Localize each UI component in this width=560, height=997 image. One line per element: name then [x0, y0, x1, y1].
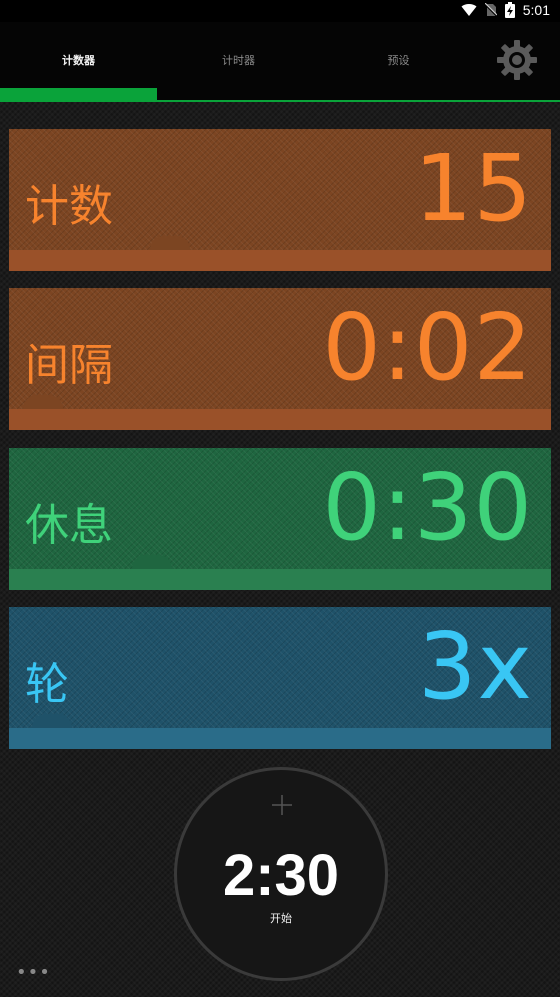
- no-sim-icon: [484, 3, 497, 17]
- count-value: 15: [413, 135, 533, 242]
- interval-strip: [9, 409, 551, 430]
- status-bar: 5:01: [0, 0, 560, 22]
- rounds-strip: [9, 728, 551, 749]
- tab-timer[interactable]: 计时器: [160, 22, 317, 98]
- tab-bar: 计数器 计时器 预设: [0, 22, 560, 102]
- rounds-value: 3x: [418, 613, 533, 720]
- count-handle[interactable]: [150, 236, 190, 250]
- rest-value: 0:30: [322, 454, 533, 561]
- total-time: 2:30: [222, 843, 340, 908]
- rest-handle[interactable]: [132, 555, 172, 569]
- rest-label: 休息: [25, 500, 113, 551]
- rounds-label: 轮: [25, 659, 69, 710]
- count-card[interactable]: 计数 15: [9, 129, 551, 271]
- interval-handle[interactable]: [23, 395, 63, 409]
- tab-counter[interactable]: 计数器: [0, 22, 157, 98]
- start-dial[interactable]: 2:30 开始: [174, 767, 388, 981]
- rest-strip: [9, 569, 551, 590]
- battery-charging-icon: [504, 2, 515, 18]
- rounds-handle[interactable]: [32, 714, 72, 728]
- tab-underline: [0, 100, 560, 102]
- start-label: 开始: [270, 912, 292, 925]
- status-time: 5:01: [522, 2, 550, 18]
- plus-icon[interactable]: [272, 795, 292, 815]
- rest-card[interactable]: 休息 0:30: [9, 448, 551, 590]
- rounds-card[interactable]: 轮 3x: [9, 607, 551, 749]
- count-label: 计数: [25, 181, 113, 232]
- gear-icon[interactable]: [495, 38, 539, 82]
- more-dots-icon[interactable]: •••: [16, 962, 51, 983]
- interval-label: 间隔: [25, 340, 113, 391]
- tab-presets[interactable]: 预设: [320, 22, 477, 98]
- wifi-icon: [461, 4, 477, 17]
- tab-indicator: [0, 88, 157, 100]
- interval-card[interactable]: 间隔 0:02: [9, 288, 551, 430]
- count-strip: [9, 250, 551, 271]
- interval-value: 0:02: [322, 294, 533, 401]
